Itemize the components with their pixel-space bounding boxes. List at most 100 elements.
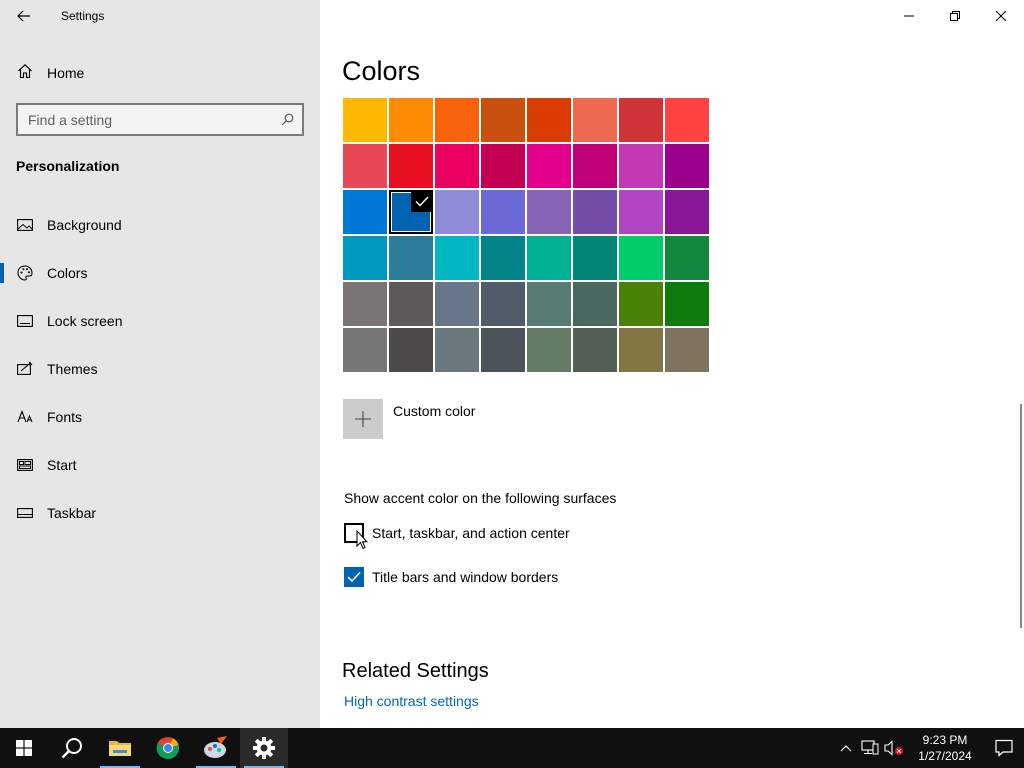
color-swatch[interactable] bbox=[665, 190, 709, 234]
chrome-icon bbox=[156, 737, 179, 760]
gear-icon bbox=[253, 737, 275, 759]
section-title: Personalization bbox=[16, 158, 120, 174]
minimize-button[interactable] bbox=[886, 0, 932, 32]
color-swatch[interactable] bbox=[481, 282, 525, 326]
file-explorer-button[interactable] bbox=[96, 728, 144, 768]
sidebar-item-label: Fonts bbox=[47, 409, 83, 425]
show-hidden-icons-button[interactable] bbox=[834, 728, 858, 768]
color-swatch[interactable] bbox=[435, 328, 479, 372]
surfaces-title: Show accent color on the following surfa… bbox=[344, 490, 617, 506]
color-swatch[interactable] bbox=[343, 328, 387, 372]
volume-button[interactable] bbox=[882, 728, 906, 768]
high-contrast-link[interactable]: High contrast settings bbox=[344, 693, 479, 709]
color-swatch[interactable] bbox=[527, 236, 571, 280]
sidebar-item-taskbar[interactable]: Taskbar bbox=[0, 489, 320, 537]
color-swatch[interactable] bbox=[435, 190, 479, 234]
color-swatch[interactable] bbox=[343, 282, 387, 326]
color-swatch[interactable] bbox=[343, 236, 387, 280]
sidebar-item-fonts[interactable]: Fonts bbox=[0, 393, 320, 441]
search-button[interactable] bbox=[48, 728, 96, 768]
color-swatch[interactable] bbox=[573, 190, 617, 234]
color-swatch[interactable] bbox=[573, 144, 617, 188]
color-swatch[interactable] bbox=[527, 190, 571, 234]
color-swatch[interactable] bbox=[481, 144, 525, 188]
taskbar: 9:23 PM 1/27/2024 bbox=[0, 728, 1024, 768]
color-swatch[interactable] bbox=[389, 236, 433, 280]
checkbox-label: Start, taskbar, and action center bbox=[372, 525, 570, 541]
color-swatch[interactable] bbox=[619, 236, 663, 280]
color-swatch[interactable] bbox=[573, 328, 617, 372]
color-swatch[interactable] bbox=[665, 236, 709, 280]
taskbar-icon bbox=[17, 505, 33, 521]
color-swatch[interactable] bbox=[619, 328, 663, 372]
color-swatch[interactable] bbox=[573, 236, 617, 280]
network-button[interactable] bbox=[858, 728, 882, 768]
color-swatch[interactable] bbox=[527, 144, 571, 188]
color-swatch[interactable] bbox=[481, 328, 525, 372]
sidebar-item-lock-screen[interactable]: Lock screen bbox=[0, 297, 320, 345]
sidebar-nav: Background Colors Lock screen Themes Fon… bbox=[0, 201, 320, 537]
title-bars-checkbox[interactable] bbox=[344, 567, 364, 587]
color-swatch[interactable] bbox=[435, 236, 479, 280]
color-swatch[interactable] bbox=[527, 282, 571, 326]
sidebar-item-colors[interactable]: Colors bbox=[0, 249, 320, 297]
color-swatch[interactable] bbox=[481, 236, 525, 280]
lock-screen-icon bbox=[17, 313, 33, 329]
back-button[interactable] bbox=[0, 0, 48, 32]
search-input[interactable] bbox=[18, 111, 272, 128]
chrome-button[interactable] bbox=[144, 728, 192, 768]
restore-icon bbox=[950, 11, 960, 21]
color-swatch[interactable] bbox=[665, 282, 709, 326]
settings-button[interactable] bbox=[240, 728, 288, 768]
color-swatch[interactable] bbox=[343, 144, 387, 188]
action-center-button[interactable] bbox=[984, 728, 1024, 768]
volume-muted-icon bbox=[884, 740, 903, 756]
color-swatch[interactable] bbox=[665, 328, 709, 372]
restore-button[interactable] bbox=[932, 0, 978, 32]
color-swatch[interactable] bbox=[665, 98, 709, 142]
color-swatch[interactable] bbox=[481, 98, 525, 142]
color-swatch[interactable] bbox=[435, 282, 479, 326]
close-button[interactable] bbox=[978, 0, 1024, 32]
sidebar: Settings Home Personalization Background… bbox=[0, 0, 320, 728]
color-swatch[interactable] bbox=[527, 328, 571, 372]
color-swatch[interactable] bbox=[389, 282, 433, 326]
color-swatch[interactable] bbox=[481, 190, 525, 234]
sidebar-item-label: Home bbox=[47, 65, 85, 81]
scrollbar[interactable] bbox=[1020, 404, 1022, 628]
color-swatch[interactable] bbox=[389, 328, 433, 372]
color-swatch[interactable] bbox=[665, 144, 709, 188]
color-swatch[interactable] bbox=[343, 98, 387, 142]
color-swatch[interactable] bbox=[527, 98, 571, 142]
color-swatch[interactable] bbox=[435, 98, 479, 142]
sidebar-item-label: Start bbox=[47, 457, 77, 473]
color-swatch[interactable] bbox=[435, 144, 479, 188]
sidebar-item-themes[interactable]: Themes bbox=[0, 345, 320, 393]
color-swatch[interactable] bbox=[619, 282, 663, 326]
sidebar-item-home[interactable]: Home bbox=[0, 56, 320, 90]
color-swatch[interactable] bbox=[573, 98, 617, 142]
search-icon[interactable] bbox=[272, 113, 302, 126]
custom-color-button[interactable]: Custom color bbox=[343, 399, 475, 439]
color-swatch-selected[interactable] bbox=[389, 190, 433, 234]
clock-date: 1/27/2024 bbox=[918, 749, 972, 763]
search-box[interactable] bbox=[16, 103, 304, 136]
clock[interactable]: 9:23 PM 1/27/2024 bbox=[906, 732, 984, 764]
title-bars-checkbox-row[interactable]: Title bars and window borders bbox=[344, 567, 558, 587]
start-button[interactable] bbox=[0, 728, 48, 768]
close-icon bbox=[996, 11, 1006, 21]
color-swatch[interactable] bbox=[389, 98, 433, 142]
sidebar-item-background[interactable]: Background bbox=[0, 201, 320, 249]
sidebar-item-start[interactable]: Start bbox=[0, 441, 320, 489]
window-controls bbox=[886, 0, 1024, 32]
paint-button[interactable] bbox=[192, 728, 240, 768]
color-swatch[interactable] bbox=[619, 98, 663, 142]
start-taskbar-checkbox-row[interactable]: Start, taskbar, and action center bbox=[344, 523, 570, 543]
back-arrow-icon bbox=[17, 10, 30, 22]
color-swatch[interactable] bbox=[573, 282, 617, 326]
color-swatch[interactable] bbox=[389, 144, 433, 188]
color-swatch[interactable] bbox=[619, 144, 663, 188]
mouse-cursor-icon bbox=[356, 530, 368, 550]
color-swatch[interactable] bbox=[619, 190, 663, 234]
color-swatch[interactable] bbox=[343, 190, 387, 234]
